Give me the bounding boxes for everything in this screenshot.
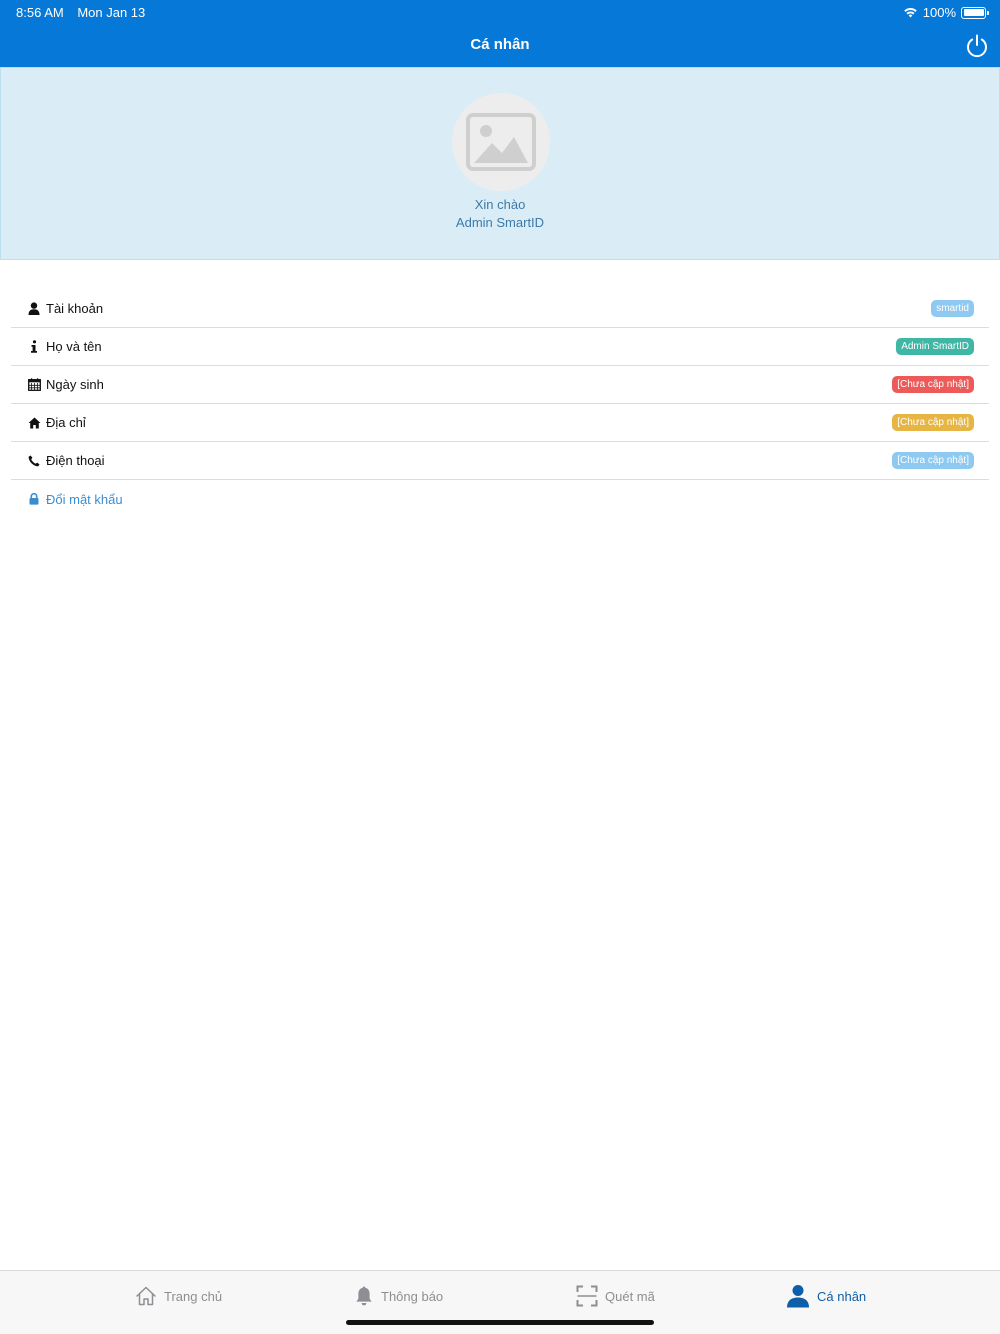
info-row-account: Tài khoản smartid	[11, 290, 989, 328]
info-icon	[27, 340, 41, 353]
tab-label: Quét mã	[605, 1288, 655, 1304]
status-bar-left: 8:56 AM Mon Jan 13	[16, 5, 145, 20]
page-title: Cá nhân	[470, 36, 530, 53]
profile-screen: 8:56 AM Mon Jan 13 100% Cá nhân Xin chào…	[0, 0, 1000, 1334]
user-icon	[27, 302, 41, 315]
tab-home[interactable]: Trang chủ	[135, 1283, 222, 1309]
home-icon	[27, 417, 41, 429]
info-label: Họ và tên	[46, 339, 102, 354]
info-row-address: Địa chỉ [Chưa cập nhật]	[11, 404, 989, 442]
avatar[interactable]	[452, 93, 550, 191]
info-row-phone: Điện thoại [Chưa cập nhật]	[11, 442, 989, 480]
scan-icon	[576, 1285, 598, 1307]
info-row-fullname: Họ và tên Admin SmartID	[11, 328, 989, 366]
top-bar: 8:56 AM Mon Jan 13 100% Cá nhân	[0, 0, 1000, 67]
info-label: Điện thoại	[46, 453, 105, 468]
info-badge-account: smartid	[931, 300, 974, 317]
tab-scan[interactable]: Quét mã	[576, 1283, 655, 1309]
info-label: Địa chỉ	[46, 415, 86, 430]
greeting-block: Xin chào Admin SmartID	[1, 196, 999, 232]
info-badge-address: [Chưa cập nhật]	[892, 414, 974, 431]
bell-icon	[356, 1286, 372, 1306]
info-badge-fullname: Admin SmartID	[896, 338, 974, 355]
tab-label: Thông báo	[381, 1288, 444, 1304]
wifi-icon	[904, 8, 917, 18]
info-list: Tài khoản smartid Họ và tên Admin SmartI…	[11, 290, 989, 518]
tab-profile[interactable]: Cá nhân	[786, 1283, 866, 1309]
tab-label: Trang chủ	[164, 1288, 223, 1304]
phone-icon	[27, 455, 41, 467]
status-date: Mon Jan 13	[77, 5, 146, 20]
lock-icon	[27, 493, 41, 505]
info-row-birthday: Ngày sinh [Chưa cập nhật]	[11, 366, 989, 404]
info-badge-phone: [Chưa cập nhật]	[892, 452, 974, 469]
info-badge-birthday: [Chưa cập nhật]	[892, 376, 974, 393]
tab-label: Cá nhân	[817, 1288, 867, 1304]
profile-banner: Xin chào Admin SmartID	[0, 67, 1000, 260]
battery-icon	[961, 6, 989, 19]
change-password-label: Đổi mật khẩu	[46, 491, 123, 507]
person-icon	[787, 1285, 809, 1308]
power-icon	[967, 34, 987, 58]
info-label: Ngày sinh	[46, 377, 104, 392]
status-time: 8:56 AM	[16, 5, 64, 20]
tab-notifications[interactable]: Thông báo	[354, 1283, 443, 1309]
change-password-link[interactable]: Đổi mật khẩu	[11, 480, 989, 518]
greeting-text: Xin chào	[474, 197, 526, 212]
info-label: Tài khoản	[46, 301, 104, 316]
logout-button[interactable]	[964, 33, 990, 59]
image-placeholder-icon	[466, 113, 536, 171]
status-bar-right: 100%	[903, 5, 989, 20]
home-indicator	[346, 1320, 654, 1325]
home-outline-icon	[136, 1286, 156, 1306]
battery-percent: 100%	[922, 5, 956, 20]
user-display-name: Admin SmartID	[455, 215, 545, 230]
calendar-icon	[27, 378, 41, 391]
